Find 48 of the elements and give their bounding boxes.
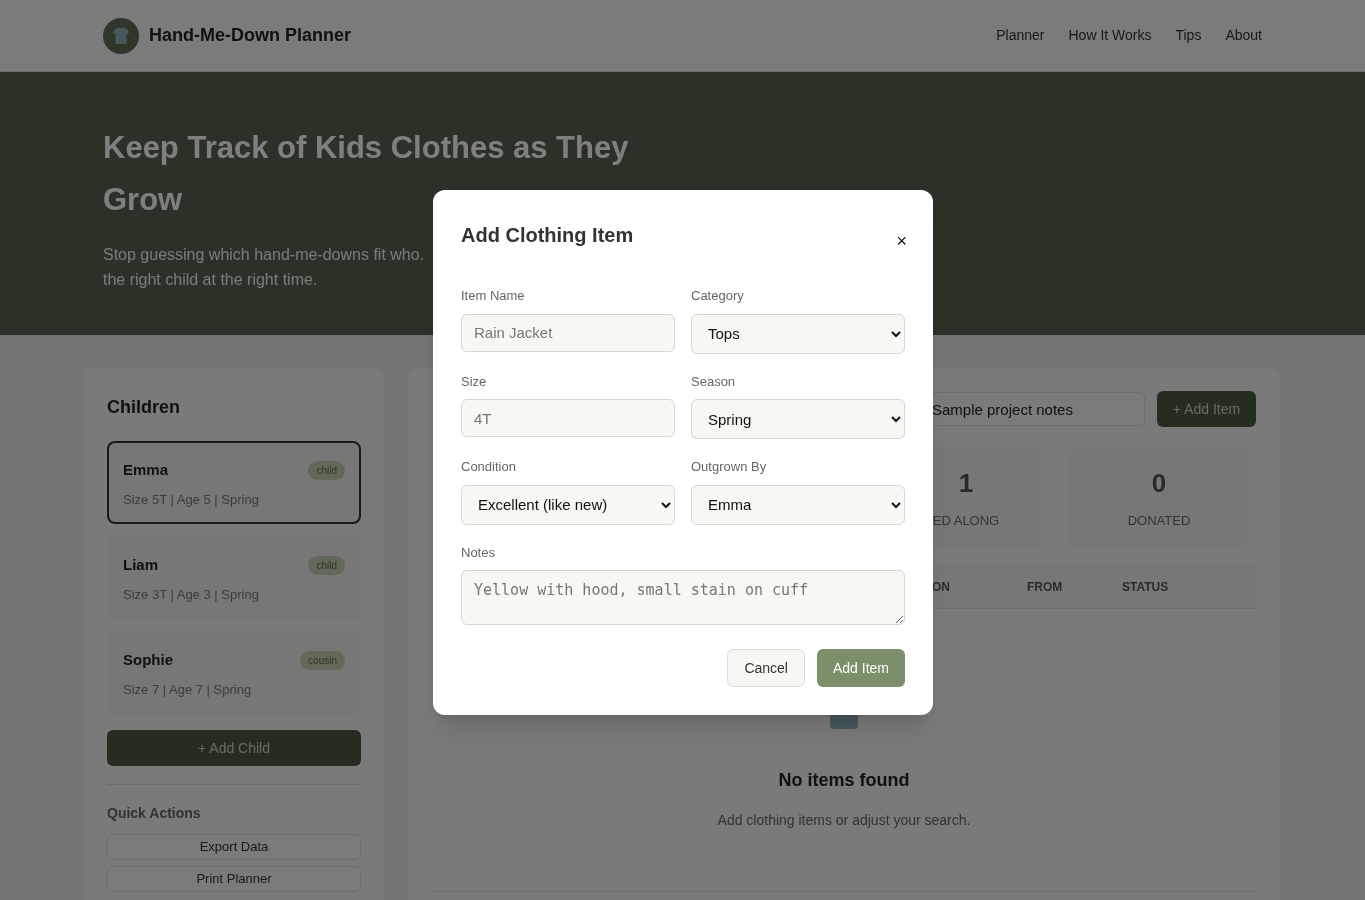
nav-link[interactable]: Tips <box>1175 25 1202 46</box>
add-item-button[interactable]: Add Item <box>816 649 905 687</box>
close-button[interactable]: × <box>896 232 907 250</box>
nav-link[interactable]: About <box>1225 25 1262 46</box>
panel-title: Children <box>107 396 181 419</box>
quick-action-button[interactable]: Print Planner <box>107 866 361 892</box>
child-details: Size 3T | Age 3 | Spring <box>123 585 260 604</box>
add-child-button[interactable]: + Add Child <box>107 730 361 766</box>
quick-action-button[interactable]: Export Data <box>107 834 361 860</box>
field-label: Category <box>691 287 745 305</box>
field-label: Size <box>461 372 488 391</box>
child-details: Size 5T | Age 5 | Spring <box>123 490 260 509</box>
nav-link[interactable]: How It Works <box>1068 25 1152 46</box>
dialog-title: Add Clothing Item <box>461 223 634 248</box>
stat-value: 0 <box>1151 466 1167 500</box>
child-name: Liam <box>123 555 158 575</box>
field-label: Condition <box>461 458 517 476</box>
select-field[interactable]: Emma <box>691 484 905 525</box>
child-name: Sophie <box>123 650 173 670</box>
column-header: FROM <box>1027 578 1064 596</box>
stat-label: DONATED <box>1127 511 1191 530</box>
hero-subtitle: the right child at the right time. <box>103 270 318 290</box>
shirt-logo-icon <box>103 17 139 54</box>
empty-text: Add clothing items or adjust your search. <box>717 811 971 830</box>
add-item-button[interactable]: + Add Item <box>1157 391 1256 427</box>
brand-name: Hand-Me-Down Planner <box>149 24 351 47</box>
child-details: Size 7 | Age 7 | Spring <box>123 680 253 699</box>
cancel-button[interactable]: Cancel <box>727 649 805 687</box>
child-name: Emma <box>123 460 169 480</box>
stat-label: ED ALONG <box>932 511 1000 530</box>
field-label: Season <box>691 372 737 391</box>
text-field[interactable]: 4T <box>461 399 675 437</box>
nav-link[interactable]: Planner <box>996 25 1045 46</box>
column-header: ON <box>932 578 951 596</box>
select-field[interactable]: Excellent (like new) <box>461 484 675 525</box>
section-title: Quick Actions <box>107 804 202 823</box>
hero-subtitle: Stop guessing which hand-me-downs fit who. <box>103 245 425 265</box>
empty-title: No items found <box>778 769 910 792</box>
text-field[interactable]: Rain Jacket <box>461 313 675 352</box>
notes-field[interactable]: Yellow with hood, small stain on cuff <box>461 570 905 625</box>
stat-value: 1 <box>958 466 974 500</box>
field-label: Item Name <box>461 287 526 305</box>
select-field[interactable]: Tops <box>691 313 905 354</box>
select-field[interactable]: Spring <box>691 399 905 439</box>
field-label: Notes <box>461 543 496 562</box>
column-header: STATUS <box>1122 578 1170 596</box>
field-label: Outgrown By <box>691 458 768 476</box>
hero-title: Keep Track of Kids Clothes as They Grow <box>103 129 630 219</box>
